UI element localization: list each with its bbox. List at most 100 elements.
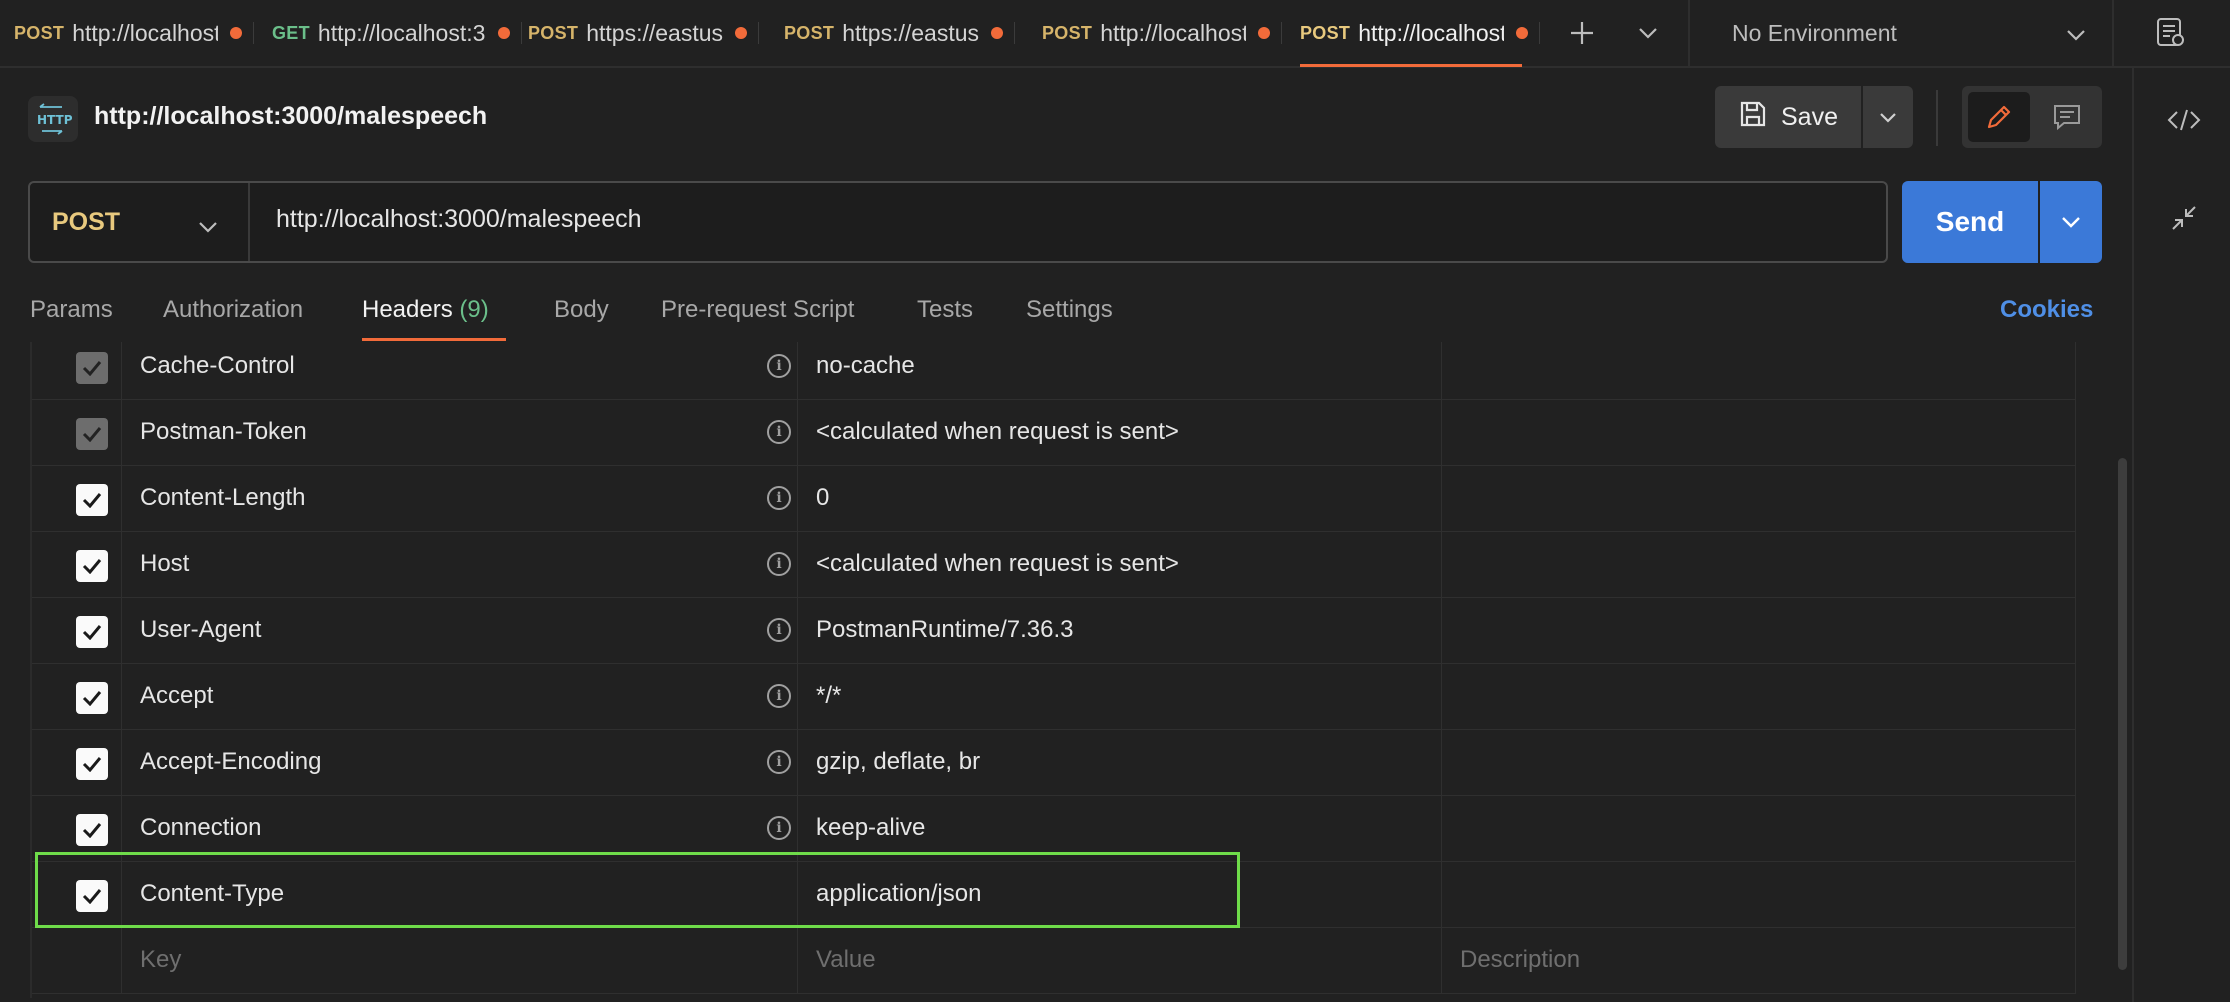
- environment-quick-look[interactable]: [2112, 0, 2230, 66]
- header-description-cell[interactable]: [1442, 796, 2076, 862]
- header-key-cell[interactable]: Postman-Token i: [122, 400, 798, 466]
- url-input[interactable]: [276, 205, 1856, 234]
- header-value-cell[interactable]: no-cache: [798, 342, 1442, 400]
- save-options-button[interactable]: [1863, 86, 1913, 148]
- header-value-cell[interactable]: gzip, deflate, br: [798, 730, 1442, 796]
- unsaved-dot: [1258, 27, 1271, 39]
- send-button[interactable]: Send: [1902, 181, 2038, 263]
- tab-params[interactable]: Params: [30, 296, 113, 324]
- header-description-cell[interactable]: [1442, 862, 2076, 928]
- header-key-cell[interactable]: Cache-Control i: [122, 342, 798, 400]
- header-enabled-checkbox[interactable]: [76, 418, 108, 450]
- header-value-cell[interactable]: keep-alive: [798, 796, 1442, 862]
- header-value-cell[interactable]: 0: [798, 466, 1442, 532]
- header-value-cell[interactable]: PostmanRuntime/7.36.3: [798, 598, 1442, 664]
- info-icon[interactable]: i: [767, 618, 791, 642]
- info-icon[interactable]: i: [767, 354, 791, 378]
- tab-method: POST: [14, 22, 65, 43]
- header-key-cell[interactable]: Accept-Encoding i: [122, 730, 798, 796]
- header-enabled-checkbox[interactable]: [76, 748, 108, 780]
- http-request-icon: HTTP: [28, 96, 78, 142]
- tab-title: https://eastus: [842, 19, 980, 46]
- header-description-cell[interactable]: [1442, 598, 2076, 664]
- header-enabled-checkbox[interactable]: [76, 814, 108, 846]
- table-row: Host i <calculated when request is sent>: [32, 532, 2076, 598]
- headers-count: (9): [459, 296, 489, 323]
- header-description-cell[interactable]: [1442, 532, 2076, 598]
- request-tab-2[interactable]: GET http://localhost:3000/: [272, 0, 522, 66]
- comment-icon[interactable]: [2036, 92, 2098, 142]
- unsaved-dot: [230, 27, 243, 39]
- header-value-cell[interactable]: <calculated when request is sent>: [798, 400, 1442, 466]
- header-enabled-checkbox[interactable]: [76, 880, 108, 912]
- environment-selector[interactable]: No Environment: [1688, 0, 2112, 66]
- info-icon[interactable]: i: [767, 684, 791, 708]
- tab-title: http://localhost:3000/malespeech: [1358, 19, 1505, 46]
- active-tab-indicator: [1300, 64, 1522, 67]
- info-icon[interactable]: i: [767, 420, 791, 444]
- new-header-value-input[interactable]: Value: [798, 928, 1442, 994]
- tab-title: http://localhost:3000/femalespeech: [72, 19, 219, 46]
- header-key-cell[interactable]: User-Agent i: [122, 598, 798, 664]
- header-value-cell[interactable]: */*: [798, 664, 1442, 730]
- header-key-cell[interactable]: Connection i: [122, 796, 798, 862]
- environment-quick-look-icon: [2150, 12, 2190, 52]
- scrollbar-thumb[interactable]: [2118, 458, 2127, 970]
- tab-body[interactable]: Body: [554, 296, 609, 324]
- chevron-down-icon: [2066, 20, 2086, 47]
- request-tab-3[interactable]: POST https://eastus: [528, 0, 760, 66]
- tab-title: http://localhost:3000/: [317, 19, 486, 46]
- save-button[interactable]: Save: [1715, 86, 1861, 148]
- request-tab-6-active[interactable]: POST http://localhost:3000/malespeech: [1300, 0, 1541, 66]
- request-tab-1[interactable]: POST http://localhost:3000/femalespeech: [14, 0, 255, 66]
- tab-headers[interactable]: Headers (9): [362, 296, 489, 324]
- new-header-key-input[interactable]: Key: [122, 928, 798, 994]
- header-description-cell[interactable]: [1442, 664, 2076, 730]
- divider: [1936, 90, 1938, 146]
- header-key-cell[interactable]: Content-Length i: [122, 466, 798, 532]
- header-value-cell[interactable]: <calculated when request is sent>: [798, 532, 1442, 598]
- new-tab-plus-icon[interactable]: [1560, 11, 1604, 55]
- table-row: Accept i */*: [32, 664, 2076, 730]
- tab-method: POST: [784, 22, 835, 43]
- header-description-cell[interactable]: [1442, 400, 2076, 466]
- tab-pre-request-script[interactable]: Pre-request Script: [661, 296, 854, 324]
- header-key-cell[interactable]: Host i: [122, 532, 798, 598]
- environment-label: No Environment: [1732, 19, 1897, 46]
- new-header-description-input[interactable]: Description: [1442, 928, 2076, 994]
- unsaved-dot: [735, 27, 748, 39]
- header-enabled-checkbox[interactable]: [76, 550, 108, 582]
- header-description-cell[interactable]: [1442, 730, 2076, 796]
- code-snippet-icon[interactable]: [2162, 98, 2206, 142]
- request-tab-4[interactable]: POST https://eastus: [784, 0, 1016, 66]
- header-enabled-checkbox[interactable]: [76, 682, 108, 714]
- save-disk-icon: [1739, 100, 1767, 135]
- header-enabled-checkbox[interactable]: [76, 484, 108, 516]
- http-method-select[interactable]: POST: [30, 183, 250, 261]
- save-label: Save: [1781, 102, 1838, 131]
- header-key-cell[interactable]: Accept i: [122, 664, 798, 730]
- request-title[interactable]: http://localhost:3000/malespeech: [94, 102, 487, 131]
- table-row: Postman-Token i <calculated when request …: [32, 400, 2076, 466]
- header-description-cell[interactable]: [1442, 342, 2076, 400]
- header-description-cell[interactable]: [1442, 466, 2076, 532]
- info-icon[interactable]: i: [767, 552, 791, 576]
- svg-text:HTTP: HTTP: [37, 113, 72, 127]
- header-value-cell[interactable]: application/json: [798, 862, 1442, 928]
- info-icon[interactable]: i: [767, 816, 791, 840]
- tab-settings[interactable]: Settings: [1026, 296, 1113, 324]
- info-icon[interactable]: i: [767, 750, 791, 774]
- request-tab-bar: POST http://localhost:3000/femalespeech …: [0, 0, 2230, 68]
- info-icon[interactable]: i: [767, 486, 791, 510]
- header-enabled-checkbox[interactable]: [76, 616, 108, 648]
- header-key-cell[interactable]: Content-Type: [122, 862, 798, 928]
- collapse-arrows-icon[interactable]: [2162, 196, 2206, 240]
- request-tab-5[interactable]: POST http://localhost:3000/: [1042, 0, 1283, 66]
- send-options-button[interactable]: [2040, 181, 2102, 263]
- edit-pencil-icon[interactable]: [1968, 92, 2030, 142]
- tab-tests[interactable]: Tests: [917, 296, 973, 324]
- cookies-link[interactable]: Cookies: [2000, 296, 2093, 324]
- header-enabled-checkbox[interactable]: [76, 352, 108, 384]
- tab-authorization[interactable]: Authorization: [163, 296, 303, 324]
- tabs-overflow-chevron-down-icon[interactable]: [1626, 11, 1670, 55]
